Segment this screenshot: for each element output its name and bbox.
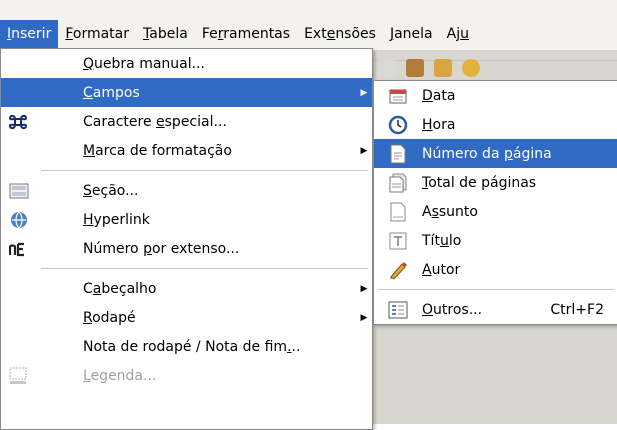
menu-item-campos[interactable]: Campos ▶ xyxy=(1,78,372,107)
menu-item-label: Total de páginas xyxy=(422,174,537,191)
menu-item-label: Cabeçalho xyxy=(83,280,157,297)
menu-item-label: Número da página xyxy=(422,145,552,162)
submenu-item-hora[interactable]: Hora xyxy=(374,110,617,139)
submenu-arrow-icon: ▶ xyxy=(360,283,368,294)
insert-menu: Quebra manual... Campos ▶ Caractere espe… xyxy=(0,48,373,430)
submenu-item-total-de-paginas[interactable]: Total de páginas xyxy=(374,168,617,197)
undo-icon[interactable] xyxy=(462,59,480,77)
submenu-arrow-icon: ▶ xyxy=(360,87,368,98)
menu-extensoes[interactable]: Extensões xyxy=(297,20,383,48)
clipboard-icon[interactable] xyxy=(406,59,424,77)
clock-icon xyxy=(374,115,422,135)
menu-separator xyxy=(378,289,614,290)
menu-item-label: Autor xyxy=(422,261,461,278)
paint-icon[interactable] xyxy=(434,59,452,77)
hyperlink-icon xyxy=(1,210,83,230)
page-number-icon xyxy=(374,144,422,164)
menu-item-secao[interactable]: Seção... xyxy=(1,176,372,205)
menu-item-legenda[interactable]: Legenda... xyxy=(1,361,372,390)
menu-separator xyxy=(41,268,368,269)
menu-separator xyxy=(41,170,368,171)
number-words-icon xyxy=(1,241,83,257)
date-icon xyxy=(374,88,422,104)
shortcut-label: Ctrl+F2 xyxy=(550,301,604,318)
save-icon[interactable] xyxy=(378,59,396,77)
menu-ajuda[interactable]: Aju xyxy=(440,20,476,48)
author-icon xyxy=(374,260,422,280)
submenu-item-assunto[interactable]: Assunto xyxy=(374,197,617,226)
menu-item-label: Outros... xyxy=(422,301,483,318)
menu-item-label: Marca de formatação xyxy=(83,142,232,159)
command-icon xyxy=(1,113,83,131)
caption-icon xyxy=(1,367,83,385)
section-icon xyxy=(1,183,83,199)
submenu-item-data[interactable]: Data xyxy=(374,81,617,110)
menu-ferramentas[interactable]: Ferramentas xyxy=(195,20,297,48)
menu-item-rodape[interactable]: Rodapé ▶ xyxy=(1,303,372,332)
submenu-item-outros[interactable]: Outros... Ctrl+F2 xyxy=(374,295,617,324)
submenu-item-autor[interactable]: Autor xyxy=(374,255,617,284)
title-icon xyxy=(374,232,422,250)
menu-item-label: Assunto xyxy=(422,203,478,220)
menu-item-label: Quebra manual... xyxy=(83,55,205,72)
menu-inserir[interactable]: Inserir xyxy=(0,20,59,48)
menu-item-caractere-especial[interactable]: Caractere especial... xyxy=(1,107,372,136)
menu-item-label: Caractere especial... xyxy=(83,113,227,130)
toolbar xyxy=(378,54,480,82)
menu-item-label: Hyperlink xyxy=(83,211,150,228)
menu-item-label: Legenda... xyxy=(83,367,157,384)
menu-item-label: Data xyxy=(422,87,456,104)
menu-janela[interactable]: Janela xyxy=(383,20,440,48)
menu-item-quebra-manual[interactable]: Quebra manual... xyxy=(1,49,372,78)
menu-tabela[interactable]: Tabela xyxy=(136,20,195,48)
menu-item-label: Nota de rodapé / Nota de fim... xyxy=(83,338,301,355)
menu-item-label: Título xyxy=(422,232,462,249)
submenu-arrow-icon: ▶ xyxy=(360,312,368,323)
page-count-icon xyxy=(374,173,422,193)
menu-item-label: Seção... xyxy=(83,182,139,199)
menu-item-label: Número por extenso... xyxy=(83,240,240,257)
menu-item-hyperlink[interactable]: Hyperlink xyxy=(1,205,372,234)
submenu-item-titulo[interactable]: Título xyxy=(374,226,617,255)
menu-item-cabecalho[interactable]: Cabeçalho ▶ xyxy=(1,274,372,303)
menu-item-label: Campos xyxy=(83,84,140,101)
submenu-item-numero-da-pagina[interactable]: Número da página xyxy=(374,139,617,168)
menu-formatar[interactable]: Formatar xyxy=(58,20,136,48)
menu-item-marca-de-formatacao[interactable]: Marca de formatação ▶ xyxy=(1,136,372,165)
subject-icon xyxy=(374,202,422,222)
submenu-arrow-icon: ▶ xyxy=(360,145,368,156)
other-fields-icon xyxy=(374,301,422,319)
menu-item-nota-de-rodape[interactable]: Nota de rodapé / Nota de fim... xyxy=(1,332,372,361)
menubar: Inserir Formatar Tabela Ferramentas Exte… xyxy=(0,20,617,48)
fields-submenu: Data Hora Número da página Total de pági… xyxy=(373,80,617,325)
menu-item-label: Rodapé xyxy=(83,309,136,326)
menu-item-label: Hora xyxy=(422,116,456,133)
menu-item-numero-por-extenso[interactable]: Número por extenso... xyxy=(1,234,372,263)
